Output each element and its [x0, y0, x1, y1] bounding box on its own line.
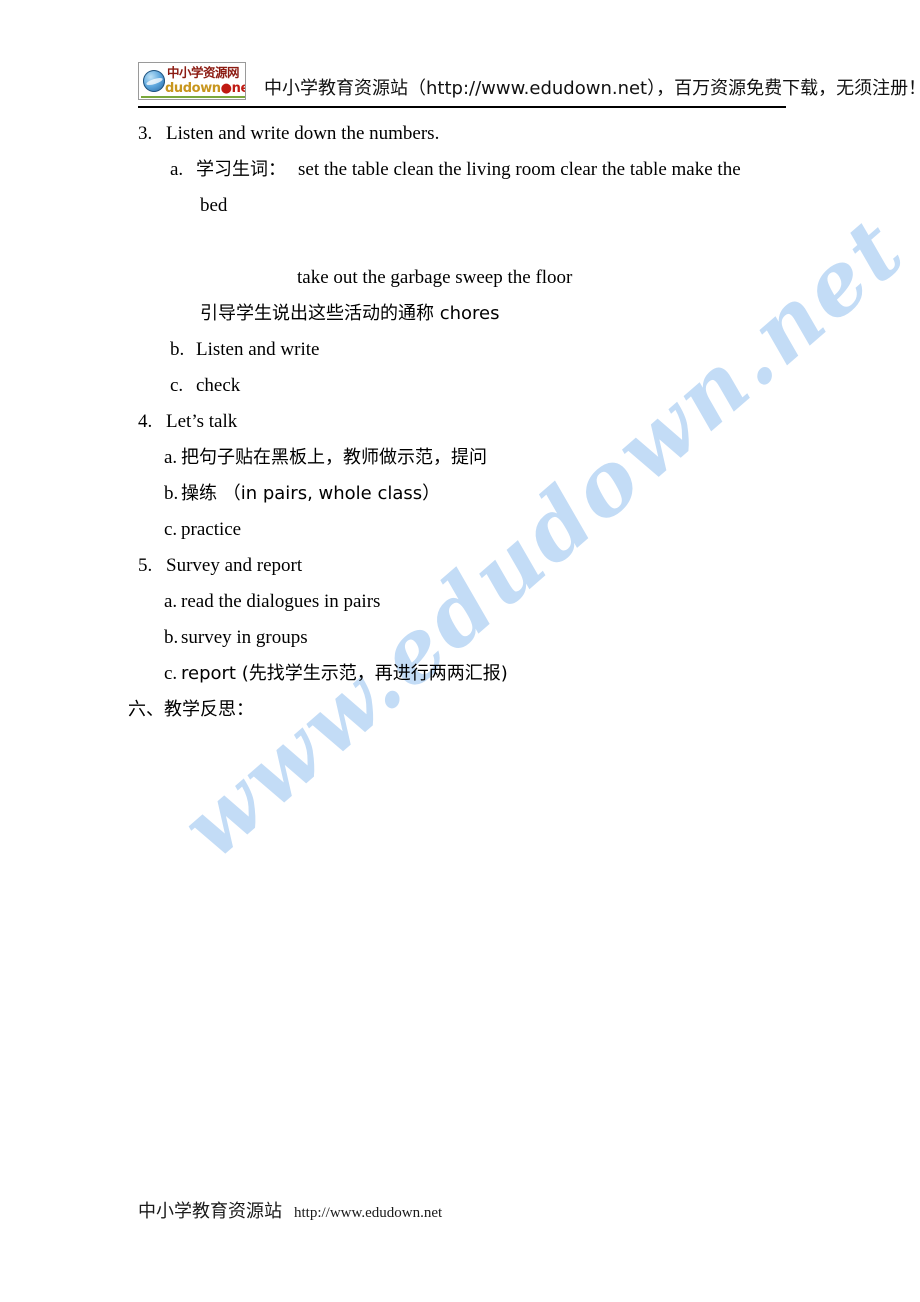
list-marker: b.	[170, 339, 185, 360]
doc-line-item-4b: b. 操练 （in pairs, whole class）	[0, 476, 920, 512]
footer-url: http://www.edudown.net	[294, 1205, 443, 1221]
line-text: 学习生词：	[196, 159, 286, 180]
list-marker: b.	[164, 483, 179, 504]
line-text: 把句子贴在黑板上，教师做示范，提问	[181, 447, 487, 468]
header-banner-text: 中小学教育资源站（http://www.edudown.net），百万资源免费下…	[264, 78, 920, 99]
line-text: check	[196, 375, 241, 396]
doc-line-item-3a: a. 学习生词： set the table clean the living ro…	[0, 152, 920, 188]
doc-line-item-5c: c. report (先找学生示范，再进行两两汇报)	[0, 656, 920, 692]
list-marker: b.	[164, 627, 179, 648]
list-marker: 3.	[138, 123, 153, 144]
doc-line-section-6: 六、教学反思：	[0, 692, 920, 728]
line-text: read the dialogues in pairs	[181, 591, 381, 612]
line-text: Listen and write down the numbers.	[166, 123, 440, 144]
list-marker: 5.	[138, 555, 153, 576]
doc-line-item-3: 3. Listen and write down the numbers.	[0, 116, 920, 152]
list-marker: a.	[164, 447, 178, 468]
line-text-tail: set the table clean the living room clea…	[298, 159, 741, 180]
page-footer: 中小学教育资源站 http://www.edudown.net	[138, 1202, 442, 1223]
line-text: 操练 （in pairs, whole class）	[181, 483, 441, 504]
list-marker: a.	[170, 159, 184, 180]
logo-title-cn: 中小学资源网	[167, 65, 240, 80]
doc-line-item-5a: a. read the dialogues in pairs	[0, 584, 920, 620]
line-text: bed	[200, 195, 228, 216]
doc-line-item-3b: b. Listen and write	[0, 332, 920, 368]
doc-line-item-3a-line3: 引导学生说出这些活动的通称 chores	[0, 296, 920, 332]
list-marker: c.	[170, 375, 184, 396]
line-text: Listen and write	[196, 339, 320, 360]
doc-line-item-4: 4. Let’s talk	[0, 404, 920, 440]
logo-domain: dudown●net	[165, 81, 245, 96]
lesson-plan-body: 3. Listen and write down the numbers. a. 学习…	[0, 116, 920, 728]
list-marker: c.	[164, 663, 178, 684]
logo-underline	[141, 96, 245, 98]
ie-globe-icon	[143, 70, 165, 92]
line-text: Let’s talk	[166, 411, 238, 432]
doc-line-item-5b: b. survey in groups	[0, 620, 920, 656]
line-text: report (先找学生示范，再进行两两汇报)	[181, 663, 508, 684]
doc-line-item-3c: c. check	[0, 368, 920, 404]
edudown-logo: 中小学资源网 dudown●net	[138, 62, 246, 100]
line-text: practice	[181, 519, 242, 540]
doc-line-item-4c: c. practice	[0, 512, 920, 548]
line-text: Survey and report	[166, 555, 303, 576]
doc-line-item-5: 5. Survey and report	[0, 548, 920, 584]
footer-site-name: 中小学教育资源站	[138, 1201, 282, 1222]
list-marker: 4.	[138, 411, 153, 432]
logo-domain-dot: ●	[220, 81, 232, 96]
doc-line-item-4a: a. 把句子贴在黑板上，教师做示范，提问	[0, 440, 920, 476]
line-text: 引导学生说出这些活动的通称 chores	[200, 303, 500, 324]
list-marker: c.	[164, 519, 178, 540]
document-page: www.edudown.net 中小学资源网 dudown●net 中小学教育资…	[0, 0, 920, 1302]
line-text: 六、教学反思：	[128, 699, 254, 720]
doc-line-item-3a-cont: bed	[0, 188, 920, 224]
line-text: survey in groups	[181, 627, 308, 648]
page-header: 中小学资源网 dudown●net 中小学教育资源站（http://www.ed…	[138, 58, 920, 110]
doc-line-item-3a-line2: take out the garbage sweep the floor	[0, 260, 920, 296]
logo-domain-main: dudown	[165, 81, 221, 96]
line-text: take out the garbage sweep the floor	[297, 267, 573, 288]
list-marker: a.	[164, 591, 178, 612]
logo-domain-tld: net	[231, 81, 245, 96]
doc-line-blank-1	[0, 224, 920, 260]
